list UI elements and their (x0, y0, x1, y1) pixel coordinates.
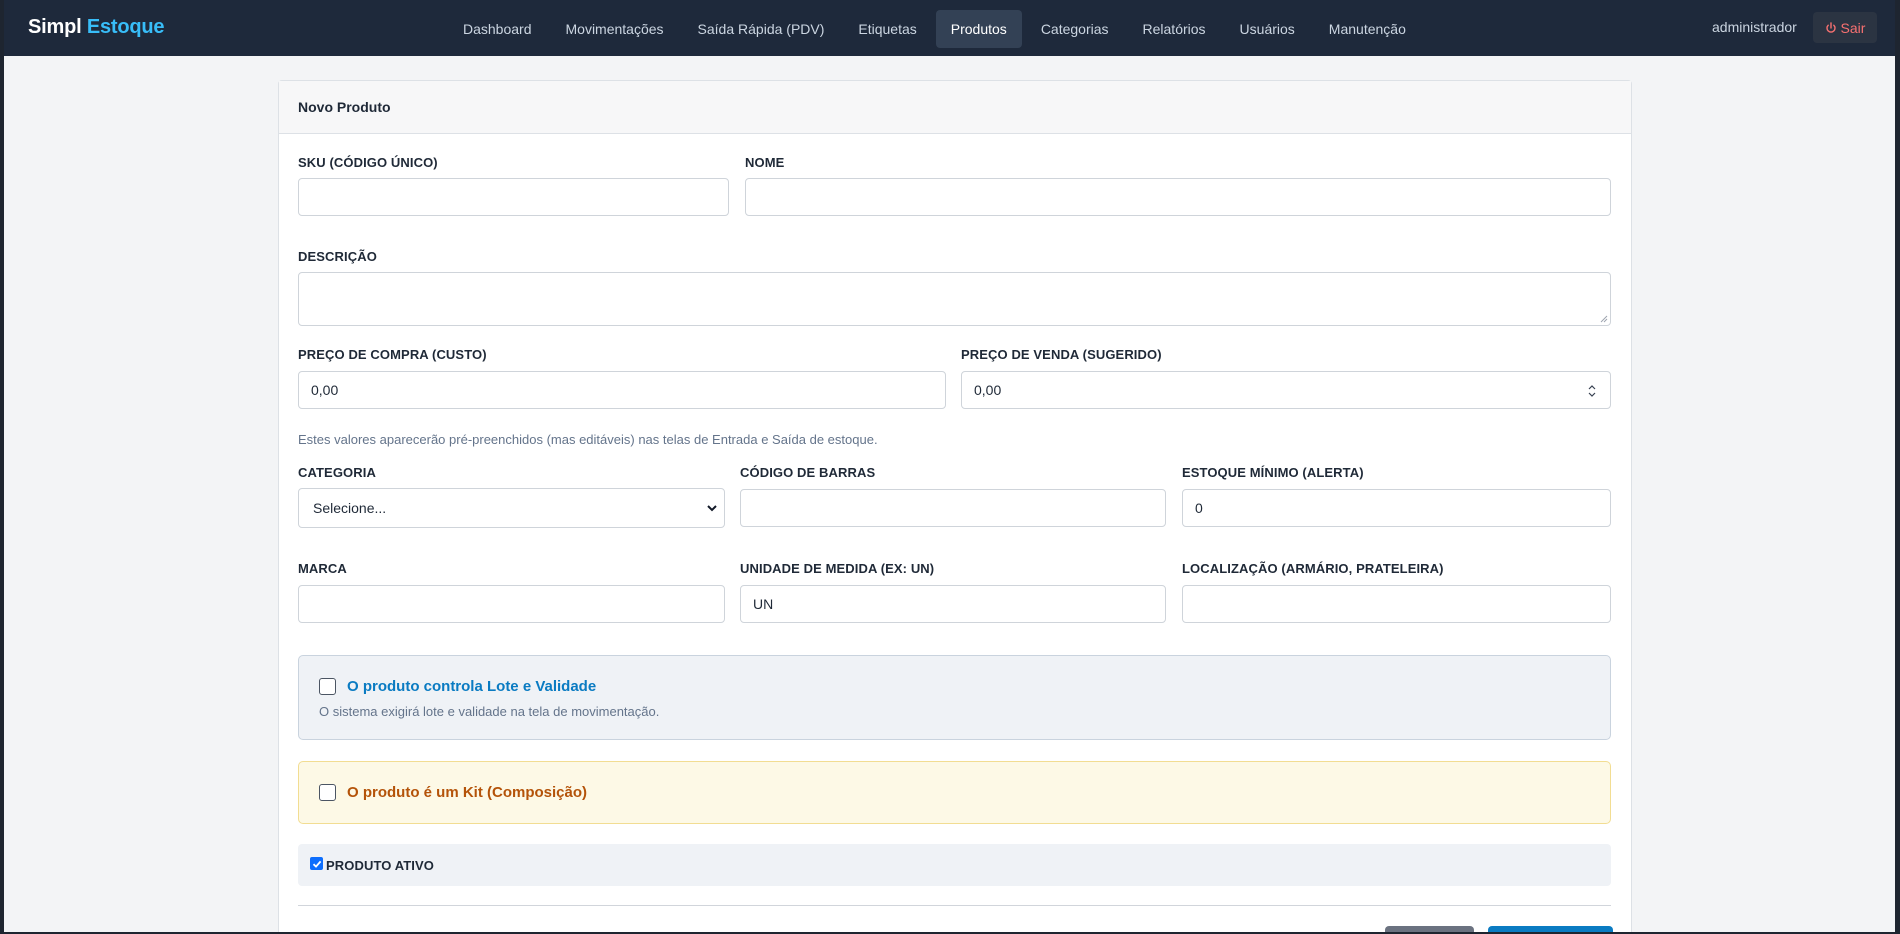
produto-ativo-panel: PRODUTO ATIVO (298, 844, 1611, 886)
main-nav: Dashboard Movimentações Saída Rápida (PD… (448, 10, 1421, 48)
categoria-label: CATEGORIA (298, 465, 376, 480)
lote-validade-panel: O produto controla Lote e Validade O sis… (298, 655, 1611, 740)
sku-input[interactable] (298, 178, 729, 216)
preco-compra-label: PREÇO DE COMPRA (CUSTO) (298, 347, 487, 362)
checkmark-icon (312, 860, 322, 868)
lote-validade-description: O sistema exigirá lote e validade na tel… (319, 704, 660, 719)
brand-logo[interactable]: Simpl Estoque (28, 16, 165, 39)
preco-venda-input[interactable]: 0,00 (961, 371, 1611, 409)
card-title: Novo Produto (279, 81, 1631, 134)
form-divider (298, 905, 1611, 906)
spinner-arrows-icon[interactable] (1588, 384, 1596, 398)
chevron-down-icon (707, 505, 717, 512)
power-icon (1825, 21, 1836, 33)
kit-title[interactable]: O produto é um Kit (Composição) (347, 784, 587, 801)
nav-item-movimentacoes[interactable]: Movimentações (551, 10, 679, 48)
marca-input[interactable] (298, 585, 725, 623)
localizacao-label: LOCALIZAÇÃO (ARMÁRIO, PRATELEIRA) (1182, 561, 1444, 576)
product-form-card: Novo Produto SKU (CÓDIGO ÚNICO) NOME DES… (278, 80, 1632, 932)
kit-panel: O produto é um Kit (Composição) (298, 761, 1611, 824)
logout-label: Sair (1840, 19, 1866, 36)
save-button[interactable] (1488, 926, 1613, 932)
nav-item-etiquetas[interactable]: Etiquetas (843, 10, 931, 48)
current-user: administrador (1712, 19, 1797, 35)
nav-item-usuarios[interactable]: Usuários (1225, 10, 1310, 48)
localizacao-input[interactable] (1182, 585, 1611, 623)
marca-label: MARCA (298, 561, 347, 576)
nav-item-produtos[interactable]: Produtos (935, 10, 1022, 48)
nome-input[interactable] (745, 178, 1611, 216)
lote-validade-title[interactable]: O produto controla Lote e Validade (347, 678, 596, 695)
nav-item-relatorios[interactable]: Relatórios (1128, 10, 1221, 48)
codigo-barras-input[interactable] (740, 489, 1166, 527)
nav-item-saida-rapida[interactable]: Saída Rápida (PDV) (683, 10, 840, 48)
codigo-barras-label: CÓDIGO DE BARRAS (740, 465, 876, 480)
kit-checkbox[interactable] (319, 784, 336, 801)
categoria-selected: Selecione... (313, 500, 387, 516)
produto-ativo-label[interactable]: PRODUTO ATIVO (326, 858, 434, 873)
preco-hint: Estes valores aparecerão pré-preenchidos… (298, 432, 878, 447)
app-frame: Simpl Estoque Dashboard Movimentações Sa… (4, 0, 1895, 932)
brand-main: Simpl (28, 16, 82, 38)
preco-venda-label: PREÇO DE VENDA (SUGERIDO) (961, 347, 1162, 362)
navbar: Simpl Estoque Dashboard Movimentações Sa… (4, 0, 1895, 56)
descricao-label: DESCRIÇÃO (298, 249, 377, 264)
resize-grip-icon[interactable] (1600, 315, 1608, 323)
descricao-textarea[interactable] (298, 272, 1611, 326)
estoque-minimo-label: ESTOQUE MÍNIMO (ALERTA) (1182, 465, 1364, 480)
nav-item-dashboard[interactable]: Dashboard (448, 10, 547, 48)
cancel-button[interactable] (1385, 926, 1474, 932)
nav-item-categorias[interactable]: Categorias (1026, 10, 1124, 48)
preco-venda-value: 0,00 (974, 382, 1002, 398)
brand-accent: Estoque (86, 16, 165, 38)
produto-ativo-checkbox[interactable] (310, 857, 323, 870)
sku-label: SKU (CÓDIGO ÚNICO) (298, 155, 438, 170)
unidade-label: UNIDADE DE MEDIDA (EX: UN) (740, 561, 935, 576)
lote-validade-checkbox[interactable] (319, 678, 336, 695)
nome-label: NOME (745, 155, 785, 170)
preco-compra-input[interactable]: 0,00 (298, 371, 946, 409)
categoria-select[interactable]: Selecione... (298, 488, 725, 528)
estoque-minimo-input[interactable]: 0 (1182, 489, 1611, 527)
logout-button[interactable]: Sair (1813, 12, 1877, 43)
unidade-input[interactable]: UN (740, 585, 1166, 623)
nav-item-manutencao[interactable]: Manutenção (1314, 10, 1421, 48)
